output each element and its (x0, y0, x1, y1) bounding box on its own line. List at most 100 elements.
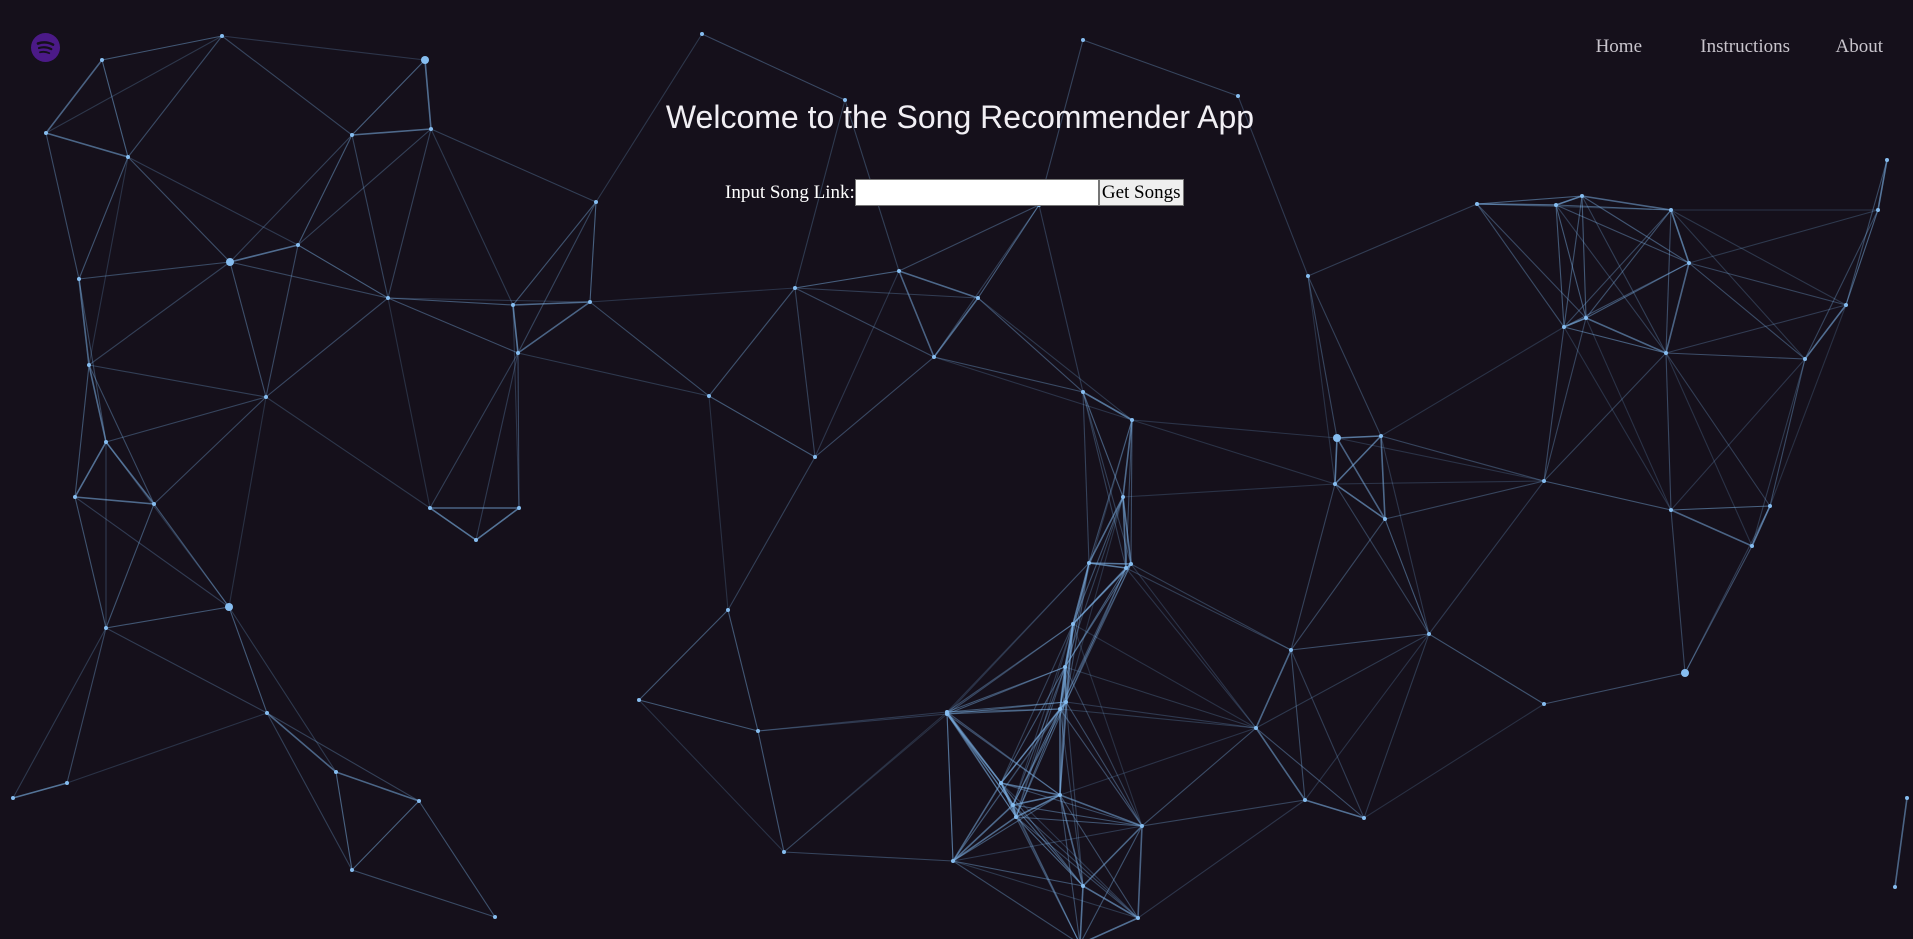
network-node (1129, 562, 1133, 566)
network-link (1476, 195, 1583, 205)
network-link (1255, 727, 1306, 801)
network-node (1254, 726, 1258, 730)
nav-link-home[interactable]: Home (1596, 36, 1642, 58)
network-link (88, 364, 267, 398)
network-link (1476, 203, 1587, 319)
network-node (1014, 815, 1018, 819)
network-link (127, 156, 231, 263)
network-node (296, 243, 300, 247)
network-node (1669, 508, 1673, 512)
network-node (1140, 824, 1144, 828)
network-link (1555, 204, 1565, 328)
network-link (708, 287, 796, 397)
network-node (1064, 700, 1068, 704)
network-link (228, 606, 337, 773)
network-node (1687, 261, 1691, 265)
network-node (726, 608, 730, 612)
network-link (589, 301, 710, 397)
network-node (220, 34, 224, 38)
network-link (387, 128, 432, 299)
network-node (1681, 669, 1689, 677)
network-link (228, 606, 268, 714)
network-node (1580, 194, 1584, 198)
network-link (1563, 317, 1587, 328)
network-link (1304, 799, 1365, 819)
nav-link-instructions[interactable]: Instructions (1700, 36, 1790, 58)
network-node (793, 286, 797, 290)
network-link (1334, 437, 1338, 485)
network-link (589, 201, 597, 303)
network-link (266, 712, 337, 773)
network-link (517, 301, 591, 354)
network-link (517, 352, 710, 397)
network-link (265, 244, 299, 398)
network-link (814, 356, 935, 458)
background-network-canvas (11, 32, 1909, 939)
network-link (1665, 262, 1690, 354)
network-node (126, 155, 130, 159)
network-link (1877, 159, 1888, 211)
network-link (1012, 794, 1061, 806)
network-link (351, 800, 420, 871)
network-link (1082, 391, 1133, 421)
network-link (1137, 799, 1306, 919)
network-node (152, 502, 156, 506)
network-link (952, 860, 1139, 919)
network-link (1543, 317, 1587, 482)
network-node (104, 626, 108, 630)
network-link (1581, 195, 1690, 264)
network-node (1071, 622, 1075, 626)
page-title: Welcome to the Song Recommender App (665, 99, 1255, 135)
network-link (1012, 666, 1066, 806)
network-node (511, 303, 515, 307)
network-link (351, 869, 496, 918)
network-link (78, 261, 231, 280)
network-node (588, 300, 592, 304)
network-link (727, 609, 759, 732)
network-link (297, 134, 353, 246)
network-link (74, 496, 155, 505)
get-songs-button[interactable]: Get Songs (1098, 179, 1184, 206)
network-link (1255, 727, 1365, 819)
network-node (1584, 316, 1588, 320)
network-link (1804, 304, 1847, 360)
network-node (707, 394, 711, 398)
network-node (1063, 665, 1067, 669)
network-link (1380, 326, 1565, 437)
network-link (1585, 317, 1672, 511)
network-link (265, 297, 389, 398)
network-link (757, 730, 785, 853)
spotify-logo-icon[interactable] (31, 33, 60, 62)
network-node (897, 269, 901, 273)
network-link (512, 301, 591, 306)
network-link (228, 396, 267, 608)
network-link (351, 134, 389, 299)
song-link-input[interactable] (854, 179, 1099, 206)
network-link (946, 711, 954, 862)
spotify-logo-glyph (31, 33, 60, 62)
network-link (794, 270, 900, 289)
network-link (266, 712, 420, 802)
network-node (265, 711, 269, 715)
network-node (493, 915, 497, 919)
network-link (221, 35, 426, 61)
nav-link-about[interactable]: About (1836, 36, 1884, 58)
network-node (1081, 390, 1085, 394)
network-link (1665, 304, 1847, 354)
network-link (1307, 203, 1478, 277)
network-node (1562, 325, 1566, 329)
network-link (1065, 701, 1143, 827)
network-link (946, 666, 1066, 713)
network-node (73, 495, 77, 499)
network-link (1059, 727, 1257, 796)
network-link (1384, 518, 1430, 635)
network-node (517, 506, 521, 510)
network-link (88, 364, 107, 443)
network-node (756, 729, 760, 733)
network-link (783, 711, 948, 853)
network-link (105, 606, 230, 629)
network-node (1893, 885, 1897, 889)
network-node (1081, 884, 1085, 888)
network-link (1585, 262, 1690, 319)
network-link (1563, 195, 1583, 328)
